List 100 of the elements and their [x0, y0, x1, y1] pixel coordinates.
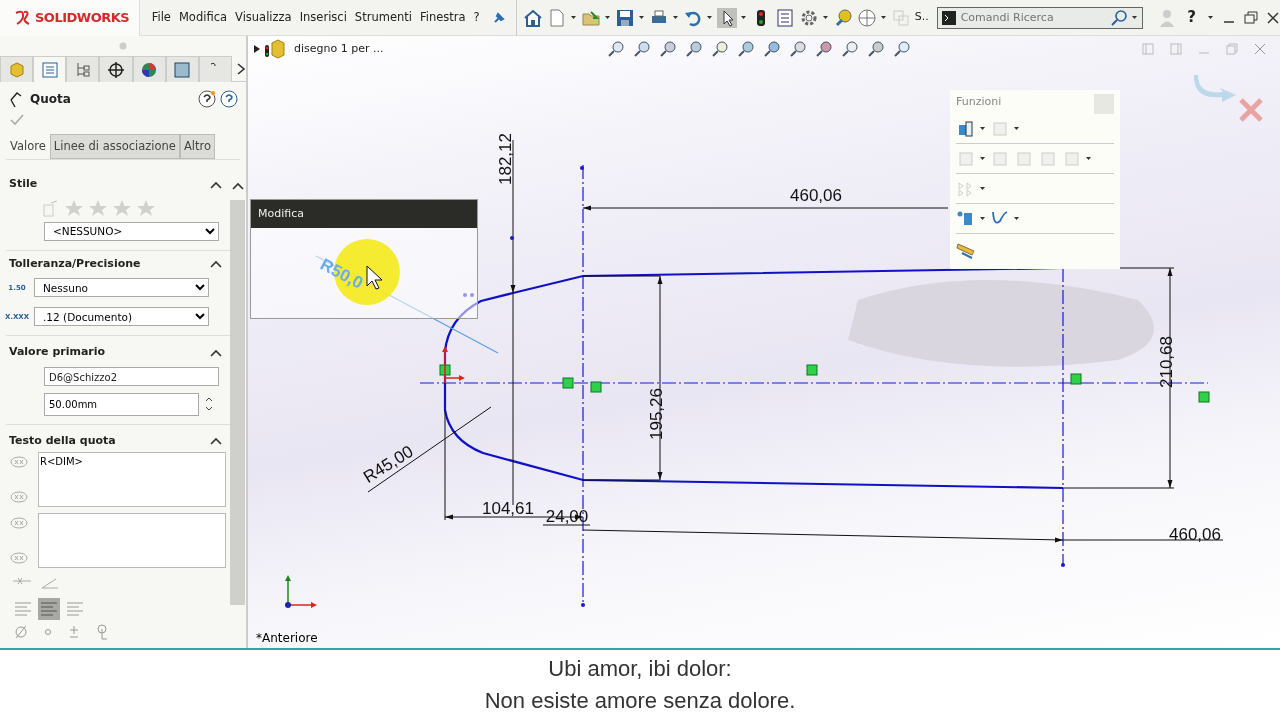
- menu-item[interactable]: File: [147, 8, 175, 27]
- tab[interactable]: Linee di associazione: [49, 134, 180, 160]
- zoom-area-icon[interactable]: [633, 40, 652, 58]
- caret-icon[interactable]: [1086, 156, 1092, 161]
- relation-marker[interactable]: [590, 381, 602, 393]
- value-field[interactable]: 50.00mm: [44, 392, 199, 416]
- dimension-line[interactable]: [542, 524, 591, 526]
- menu-item[interactable]: Strumenti: [350, 8, 416, 27]
- caret-icon[interactable]: [638, 15, 645, 20]
- collapse-icon[interactable]: [210, 180, 222, 189]
- help-icon[interactable]: [220, 90, 238, 108]
- caret-icon[interactable]: [880, 15, 887, 20]
- caret-icon[interactable]: [1014, 216, 1020, 221]
- caret-icon[interactable]: [740, 15, 747, 20]
- menu-item[interactable]: ?: [469, 8, 484, 27]
- scrollbar[interactable]: [230, 200, 245, 605]
- dropdown[interactable]: .12 (Documento): [34, 307, 209, 327]
- sketch-point[interactable]: [581, 603, 585, 607]
- spin-icon[interactable]: [205, 396, 213, 413]
- search-icon[interactable]: [1111, 9, 1128, 26]
- dimension-line[interactable]: [582, 529, 1224, 543]
- caret-icon[interactable]: [604, 15, 611, 20]
- dimension-text[interactable]: 24,00: [545, 507, 589, 526]
- document-name[interactable]: disegno 1 per ...: [294, 40, 384, 58]
- axis-triad-icon: [285, 575, 317, 608]
- dimension-text[interactable]: 195,26: [647, 388, 666, 440]
- assembly-icon[interactable]: [264, 39, 286, 59]
- caret-icon[interactable]: [1132, 15, 1139, 20]
- dimension-text[interactable]: 210,68: [1157, 336, 1176, 388]
- caret-icon[interactable]: [980, 126, 986, 131]
- restore-icon[interactable]: [1244, 10, 1258, 25]
- caret-icon[interactable]: [1208, 15, 1214, 20]
- dropdown[interactable]: Nessuno: [34, 278, 209, 298]
- collapse-icon[interactable]: [210, 348, 222, 357]
- origin-icon: [442, 346, 465, 384]
- zoom-icon[interactable]: [893, 40, 912, 58]
- expand-icon[interactable]: [254, 45, 260, 53]
- subtitle-line: Non esiste amore senza dolore.: [484, 687, 796, 715]
- sketch-point[interactable]: [510, 236, 514, 240]
- relation-marker[interactable]: [439, 364, 451, 376]
- relation-marker[interactable]: [562, 377, 574, 389]
- sketch-point[interactable]: [580, 166, 584, 170]
- tab[interactable]: Altro: [179, 134, 215, 160]
- cursor-icon[interactable]: [716, 7, 737, 28]
- panel-title: Funzioni: [956, 94, 1002, 110]
- star-icon[interactable]: [136, 198, 156, 217]
- section-title: Valore primario: [9, 344, 106, 361]
- collapse-icon[interactable]: [232, 182, 244, 190]
- search-input[interactable]: Comandi Ricerca: [960, 7, 1107, 28]
- section-title: Tolleranza/Precisione: [9, 255, 141, 272]
- caret-icon[interactable]: [570, 15, 577, 20]
- relation-marker[interactable]: [1070, 373, 1082, 385]
- dimension-text[interactable]: 460,06: [790, 186, 842, 205]
- centerline-icon[interactable]: [96, 624, 108, 641]
- star-icon[interactable]: [88, 198, 108, 217]
- relation-marker[interactable]: [1198, 391, 1210, 403]
- dimension-line[interactable]: [582, 275, 663, 481]
- caret-icon[interactable]: [1014, 126, 1020, 131]
- zoom-fit-icon[interactable]: [607, 40, 626, 58]
- collapse-icon[interactable]: [210, 260, 222, 268]
- panel-title: Quota: [30, 91, 71, 108]
- caret-icon[interactable]: [672, 15, 679, 20]
- search-field[interactable]: Comandi Ricerca: [936, 6, 1144, 29]
- close-icon[interactable]: [1266, 10, 1280, 25]
- help-icon[interactable]: [198, 90, 216, 108]
- collapse-icon[interactable]: [210, 437, 222, 445]
- logo-icon: [14, 8, 32, 27]
- text-field[interactable]: [38, 513, 226, 569]
- menu-item[interactable]: Inserisci: [295, 8, 351, 27]
- help-button[interactable]: ?: [1183, 6, 1200, 29]
- display-icon[interactable]: [172, 59, 193, 80]
- dimension-text[interactable]: 104,61: [482, 499, 534, 518]
- text-field[interactable]: R<DIM>: [38, 452, 226, 508]
- home-icon[interactable]: [522, 7, 543, 28]
- menu-item[interactable]: Modifica: [174, 8, 231, 27]
- align-center-icon[interactable]: [38, 598, 60, 621]
- relation-marker[interactable]: [806, 364, 818, 376]
- brand-logo: SOLIDWORKS: [35, 8, 130, 27]
- sketch-point[interactable]: [1061, 563, 1065, 567]
- overflow-label[interactable]: S..: [914, 9, 929, 26]
- view-label: *Anteriore: [256, 631, 318, 645]
- caret-icon[interactable]: [980, 216, 986, 221]
- menu-item[interactable]: Visualizza: [231, 8, 296, 27]
- star-icon[interactable]: [64, 198, 84, 217]
- dropdown[interactable]: <NESSUNO>: [44, 221, 219, 241]
- terminal-icon: [941, 10, 956, 25]
- caret-icon[interactable]: [980, 186, 986, 191]
- caret-icon[interactable]: [706, 15, 713, 20]
- dimension-text[interactable]: 182,12: [496, 133, 515, 185]
- caret-icon[interactable]: [822, 15, 829, 20]
- name-field[interactable]: D6@Schizzo2: [44, 366, 219, 386]
- caret-icon[interactable]: [980, 156, 986, 161]
- cursor-icon: [366, 265, 383, 290]
- crosshair-icon[interactable]: [106, 59, 126, 80]
- save-icon[interactable]: [614, 7, 635, 28]
- dimension-text[interactable]: 460,06: [1169, 525, 1221, 544]
- extrude-icon[interactable]: [956, 118, 976, 139]
- sketch-profile[interactable]: [443, 266, 1063, 490]
- menu-item[interactable]: Finestra: [415, 8, 470, 27]
- star-icon[interactable]: [112, 198, 132, 217]
